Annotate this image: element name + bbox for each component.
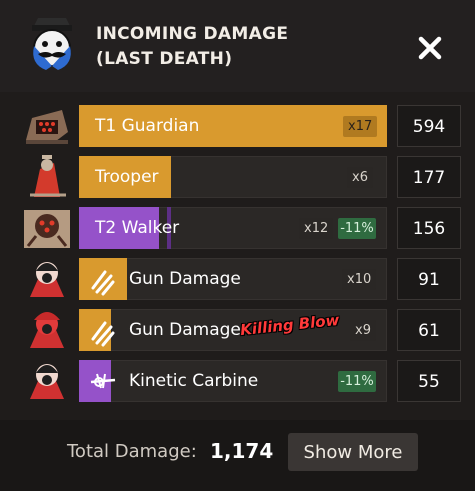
panel-title: INCOMING DAMAGE (LAST DEATH)	[96, 22, 288, 72]
title-line-2: (LAST DEATH)	[96, 49, 233, 69]
hero-portrait-icon	[30, 364, 64, 399]
hero-portrait-icon	[30, 262, 64, 297]
total-damage-label: Total Damage:	[67, 441, 197, 462]
hit-multiplier: x17	[343, 116, 378, 137]
walker-enemy-icon	[24, 210, 70, 248]
hit-multiplier: x6	[347, 167, 373, 188]
title-line-1: INCOMING DAMAGE	[96, 24, 289, 44]
hit-multiplier: x12	[299, 218, 334, 239]
damage-value: 156	[397, 207, 461, 249]
hero-portrait-icon	[30, 312, 64, 348]
damage-row-gun-damage-1[interactable]: Gun Damage x10 91	[0, 257, 475, 301]
damage-row-kinetic-carbine[interactable]: Kinetic Carbine -11% 55	[0, 359, 475, 403]
damage-source-label: Gun Damage	[129, 320, 241, 340]
kinetic-carbine-icon	[90, 373, 116, 389]
show-more-button[interactable]: Show More	[288, 433, 418, 471]
trooper-enemy-icon	[30, 155, 66, 197]
damage-source-label: T1 Guardian	[95, 116, 200, 136]
total-damage-value: 1,174	[210, 439, 274, 463]
damage-value: 61	[397, 309, 461, 351]
guardian-enemy-icon	[26, 110, 68, 144]
damage-source-label: Kinetic Carbine	[129, 371, 259, 391]
hit-multiplier: x10	[342, 269, 377, 290]
hit-multiplier: x9	[350, 320, 376, 341]
mustache-portrait-icon	[32, 18, 72, 70]
damage-value: 594	[397, 105, 461, 147]
damage-row-gun-damage-2[interactable]: Gun Damage x9 61	[0, 308, 475, 352]
damage-source-label: Trooper	[95, 167, 159, 187]
damage-row-trooper[interactable]: Trooper x6 177	[0, 155, 475, 199]
bullet-icon	[91, 321, 115, 347]
damage-value: 177	[397, 156, 461, 198]
panel-header: INCOMING DAMAGE (LAST DEATH)	[0, 0, 475, 92]
close-icon[interactable]	[416, 34, 444, 62]
damage-source-label: Gun Damage	[129, 269, 241, 289]
bullet-icon	[91, 270, 115, 296]
damage-value: 55	[397, 360, 461, 402]
resist-badge: -11%	[338, 371, 376, 392]
damage-row-t2-walker[interactable]: T2 Walker x12 -11% 156	[0, 206, 475, 250]
damage-source-label: T2 Walker	[95, 218, 180, 238]
damage-value: 91	[397, 258, 461, 300]
resist-badge: -11%	[338, 218, 376, 239]
incoming-damage-panel: INCOMING DAMAGE (LAST DEATH) T1 Guardian…	[0, 0, 475, 491]
panel-footer: Total Damage: 1,174 Show More	[0, 420, 475, 491]
damage-row-t1-guardian[interactable]: T1 Guardian x17 594	[0, 104, 475, 148]
